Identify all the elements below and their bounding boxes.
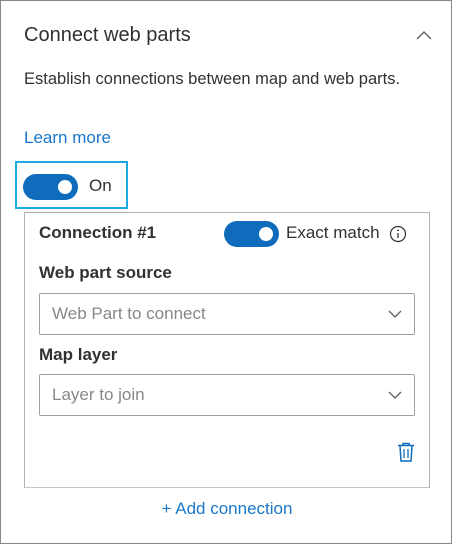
toggle-knob [259,227,273,241]
panel-description: Establish connections between map and we… [24,70,401,88]
connect-toggle-label: On [89,176,112,195]
trash-icon[interactable] [385,432,427,472]
connection-card: Connection #1 Exact match Web part sourc… [24,212,430,488]
exact-match-toggle[interactable] [224,221,279,247]
map-layer-label: Map layer [39,345,118,364]
chevron-down-icon [388,305,402,323]
toggle-knob [58,180,72,194]
panel-header: Connect web parts [24,20,434,50]
web-part-source-label: Web part source [39,263,172,282]
web-part-source-placeholder: Web Part to connect [52,304,206,323]
connect-toggle[interactable] [23,174,78,200]
panel-title: Connect web parts [24,23,191,46]
map-layer-dropdown[interactable]: Layer to join [39,374,415,416]
map-layer-placeholder: Layer to join [52,385,145,404]
chevron-down-icon [388,386,402,404]
connection-title: Connection #1 [39,223,157,242]
learn-more-link[interactable]: Learn more [24,128,111,148]
connect-web-parts-panel: Connect web parts Establish connections … [0,0,452,544]
chevron-up-icon[interactable] [414,25,434,45]
web-part-source-dropdown[interactable]: Web Part to connect [39,293,415,335]
add-connection-button[interactable]: + Add connection [1,499,452,519]
info-icon[interactable] [389,225,407,243]
exact-match-label: Exact match [286,223,380,242]
